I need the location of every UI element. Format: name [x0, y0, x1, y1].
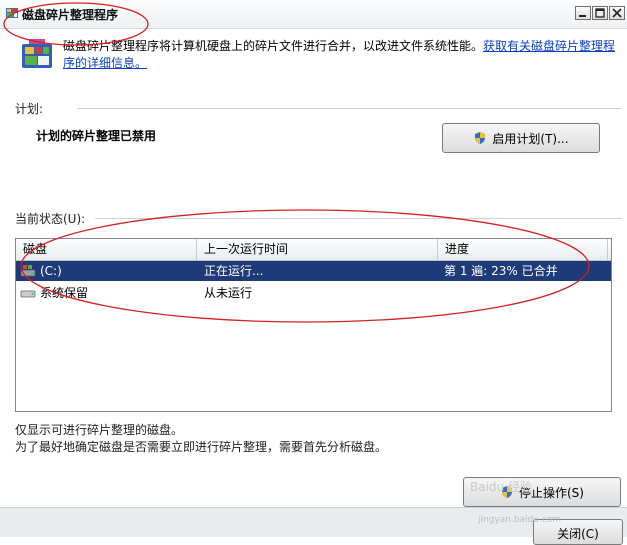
- note-analyze-first: 为了最好地确定磁盘是否需要立即进行碎片整理，需要首先分析磁盘。: [15, 440, 388, 454]
- maximize-button[interactable]: [592, 6, 608, 20]
- table-row-c-drive[interactable]: (C:) 正在运行... 第 1 遍: 23% 已合并: [16, 261, 611, 281]
- drive-icon: [20, 290, 36, 298]
- maximize-icon: [595, 8, 605, 18]
- watermark-url: jingyan.baidu.com: [478, 515, 562, 525]
- description-text: 磁盘碎片整理程序将计算机硬盘上的碎片文件进行合并，以改进文件系统性能。: [63, 39, 484, 53]
- schedule-label: 计划:: [15, 102, 44, 116]
- schedule-divider: [78, 108, 622, 109]
- column-progress[interactable]: 进度: [438, 239, 608, 260]
- system-drive-icon: [20, 265, 36, 277]
- last-run: 正在运行...: [204, 264, 264, 278]
- disk-name: (C:): [40, 264, 62, 278]
- current-status-divider: [95, 218, 622, 219]
- uac-shield-icon: [475, 132, 486, 144]
- window-title: 磁盘碎片整理程序: [22, 8, 119, 22]
- disk-name: 系统保留: [40, 286, 89, 300]
- defrag-header-icon: [22, 39, 52, 68]
- close-icon: [612, 8, 622, 18]
- column-last-run[interactable]: 上一次运行时间: [197, 239, 438, 260]
- current-status-label: 当前状态(U):: [15, 212, 86, 226]
- close-button-label: 关闭(C): [557, 527, 599, 541]
- table-row-system-reserved[interactable]: 系统保留 从未运行: [16, 283, 611, 303]
- enable-schedule-button[interactable]: 启用计划(T)...: [442, 123, 600, 153]
- watermark-brand: Baidu 经验: [470, 480, 532, 494]
- minimize-button[interactable]: [575, 6, 591, 20]
- progress: 第 1 遍: 23% 已合并: [444, 264, 558, 278]
- enable-schedule-label: 启用计划(T)...: [492, 131, 569, 146]
- note-defrag-only: 仅显示可进行碎片整理的磁盘。: [15, 423, 184, 437]
- minimize-icon: [579, 15, 586, 17]
- disk-list[interactable]: 磁盘 上一次运行时间 进度 (C:) 正在运行... 第 1 遍: 23% 已合…: [15, 238, 612, 412]
- description: 磁盘碎片整理程序将计算机硬盘上的碎片文件进行合并，以改进文件系统性能。获取有关磁…: [63, 38, 618, 72]
- column-disk[interactable]: 磁盘: [16, 239, 197, 260]
- title-bar: 磁盘碎片整理程序: [0, 0, 627, 29]
- last-run: 从未运行: [204, 286, 253, 300]
- disk-list-header: 磁盘 上一次运行时间 进度: [16, 239, 611, 261]
- close-window-button[interactable]: [609, 6, 625, 20]
- defrag-app-icon: [6, 8, 18, 18]
- schedule-status: 计划的碎片整理已禁用: [36, 129, 157, 143]
